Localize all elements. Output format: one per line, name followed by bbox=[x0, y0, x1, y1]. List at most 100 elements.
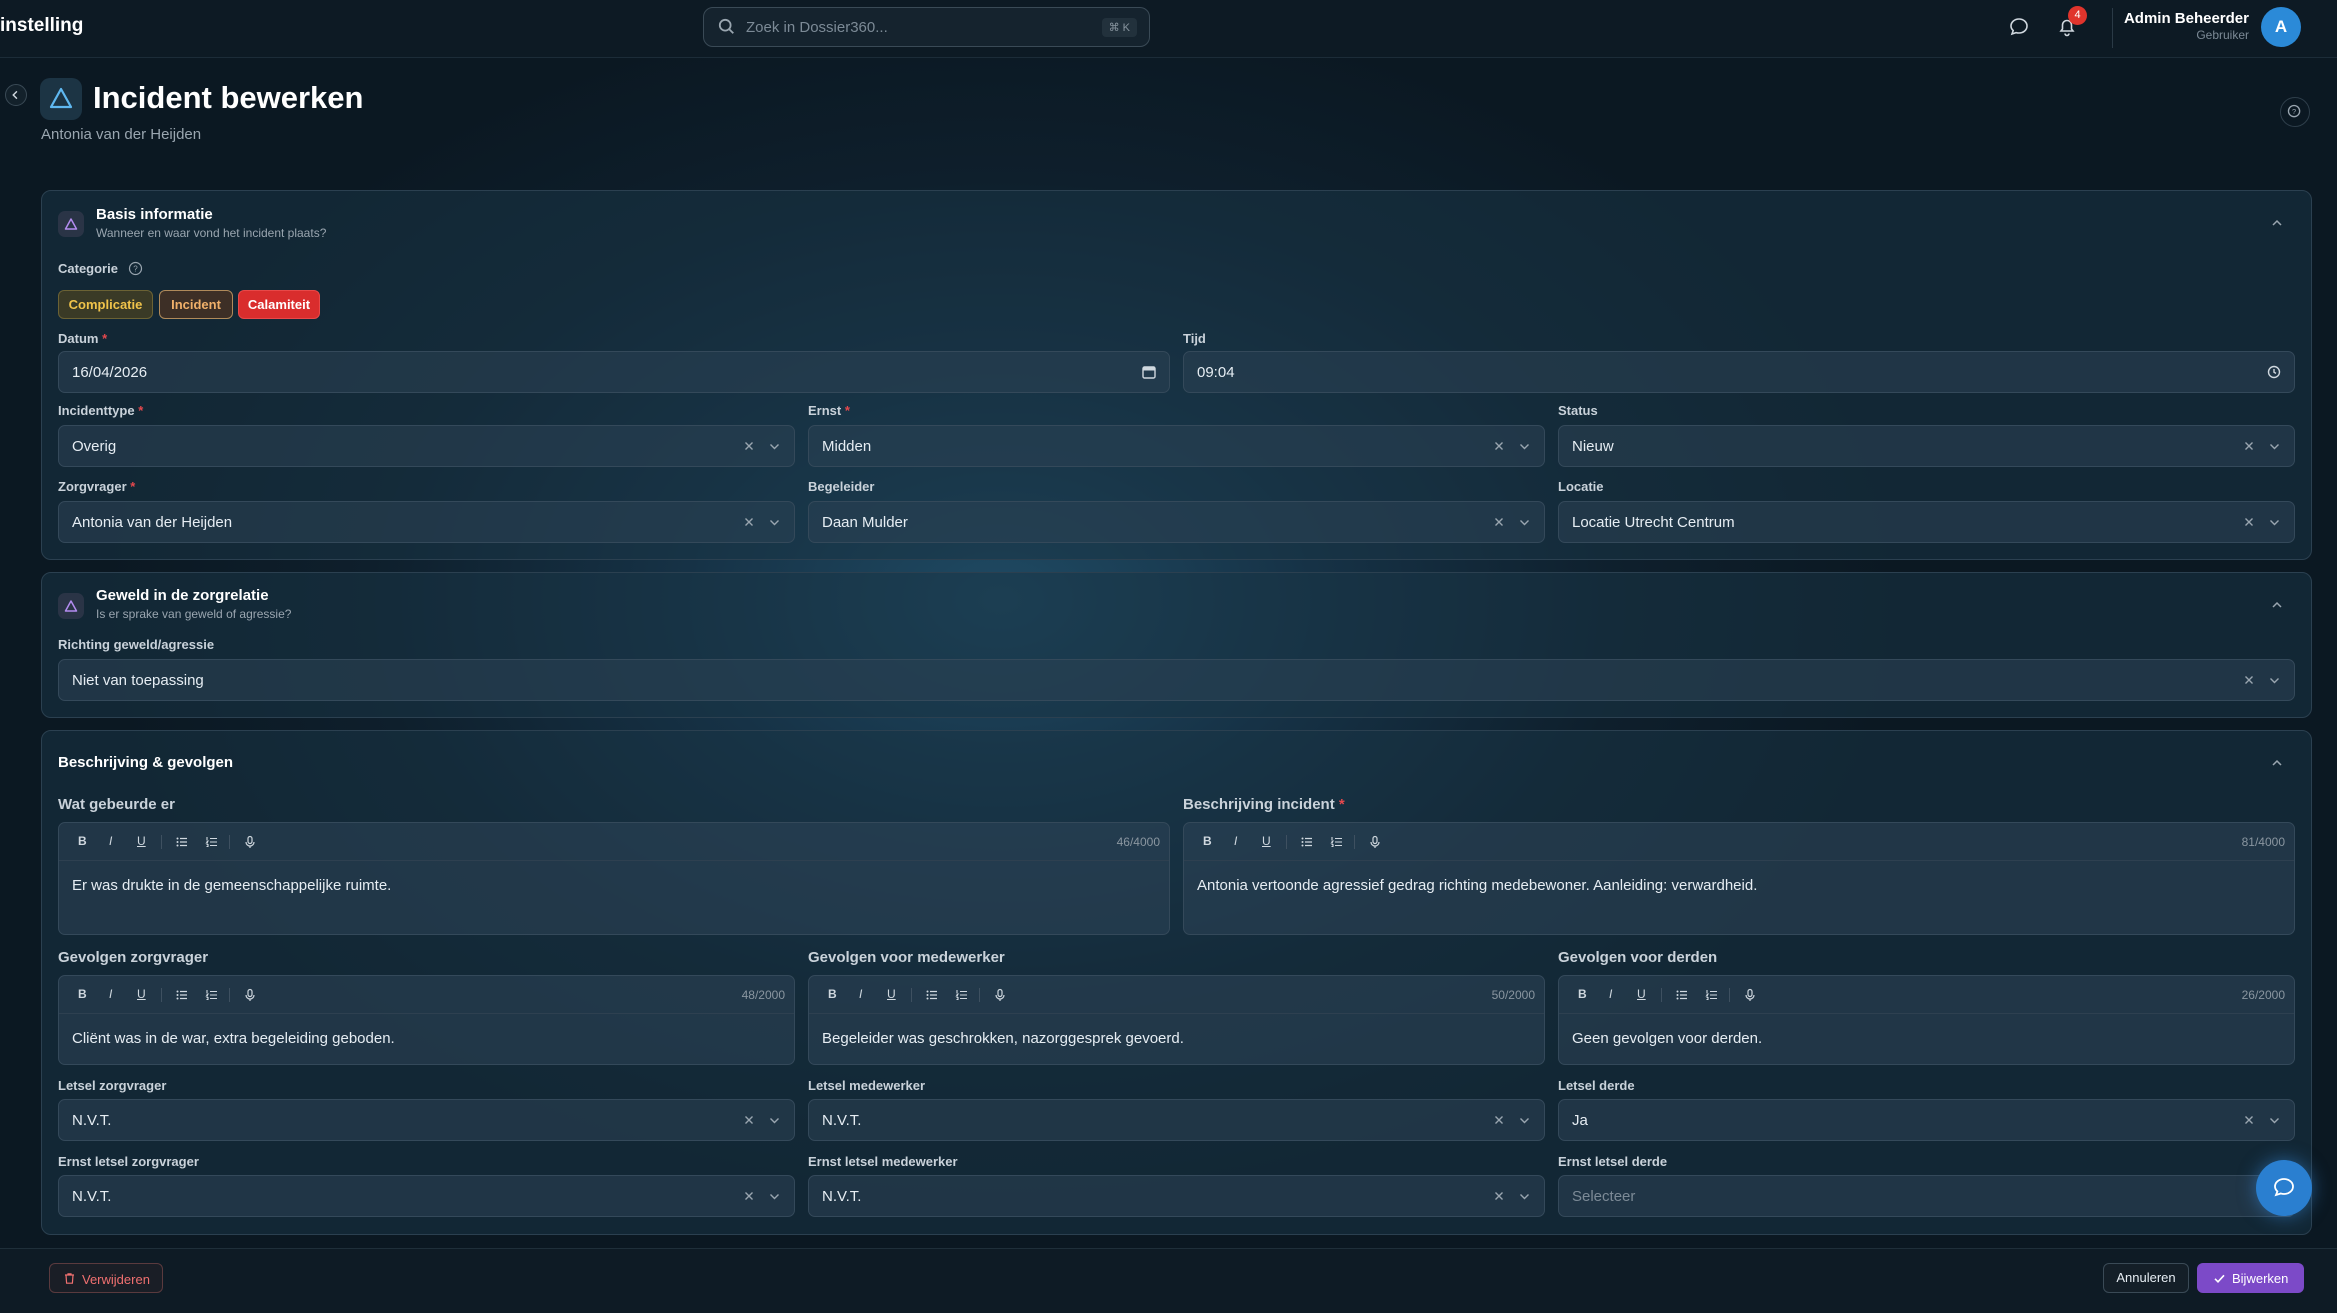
bold-button[interactable]: B bbox=[1203, 834, 1212, 848]
chevron-down-icon[interactable] bbox=[2267, 673, 2282, 688]
avatar[interactable]: A bbox=[2261, 7, 2301, 47]
cancel-button[interactable]: Annuleren bbox=[2103, 1263, 2189, 1293]
chevron-up-icon[interactable] bbox=[2269, 597, 2285, 613]
letsel-zorgvrager-select[interactable]: N.V.T. bbox=[58, 1099, 795, 1141]
bold-button[interactable]: B bbox=[1578, 987, 1587, 1001]
clear-icon[interactable] bbox=[1492, 1189, 1506, 1203]
numbered-list-icon[interactable] bbox=[1330, 835, 1344, 849]
bullet-list-icon[interactable] bbox=[175, 835, 189, 849]
bullet-list-icon[interactable] bbox=[175, 988, 189, 1002]
clear-icon[interactable] bbox=[742, 1113, 756, 1127]
gevolgen-derden-editor[interactable]: B I U 26/2000 Geen gevolgen voor derden. bbox=[1558, 975, 2295, 1065]
chevron-up-icon[interactable] bbox=[2269, 755, 2285, 771]
datum-field[interactable]: 16/04/2026 bbox=[58, 351, 1170, 393]
clear-icon[interactable] bbox=[2242, 1113, 2256, 1127]
numbered-list-icon[interactable] bbox=[205, 835, 219, 849]
underline-button[interactable]: U bbox=[1262, 834, 1271, 848]
letsel-derde-select[interactable]: Ja bbox=[1558, 1099, 2295, 1141]
bullet-list-icon[interactable] bbox=[1675, 988, 1689, 1002]
info-icon[interactable]: ? bbox=[128, 261, 143, 276]
warning-triangle-icon bbox=[64, 218, 78, 230]
clear-icon[interactable] bbox=[2242, 439, 2256, 453]
microphone-icon[interactable] bbox=[1743, 988, 1757, 1002]
underline-button[interactable]: U bbox=[137, 834, 146, 848]
microphone-icon[interactable] bbox=[243, 988, 257, 1002]
bold-button[interactable]: B bbox=[78, 834, 87, 848]
chevron-down-icon[interactable] bbox=[1517, 439, 1532, 454]
clear-icon[interactable] bbox=[2242, 515, 2256, 529]
ernst-letsel-medewerker-select[interactable]: N.V.T. bbox=[808, 1175, 1545, 1217]
gevolgen-zorgvrager-editor[interactable]: B I U 48/2000 Cliënt was in de war, extr… bbox=[58, 975, 795, 1065]
save-button[interactable]: Bijwerken bbox=[2197, 1263, 2304, 1293]
bold-button[interactable]: B bbox=[78, 987, 87, 1001]
calendar-icon[interactable] bbox=[1141, 364, 1157, 380]
zorgvrager-select[interactable]: Antonia van der Heijden bbox=[58, 501, 795, 543]
category-chip-complicatie[interactable]: Complicatie bbox=[58, 290, 153, 319]
underline-button[interactable]: U bbox=[137, 987, 146, 1001]
chevron-down-icon[interactable] bbox=[767, 1113, 782, 1128]
user-name[interactable]: Admin Beheerder bbox=[2124, 10, 2249, 27]
italic-button[interactable]: I bbox=[859, 987, 862, 1001]
numbered-list-icon[interactable] bbox=[955, 988, 969, 1002]
ernst-letsel-derde-select[interactable]: Selecteer bbox=[1558, 1175, 2295, 1217]
clear-icon[interactable] bbox=[1492, 1113, 1506, 1127]
richting-select[interactable]: Niet van toepassing bbox=[58, 659, 2295, 701]
numbered-list-icon[interactable] bbox=[1705, 988, 1719, 1002]
microphone-icon[interactable] bbox=[1368, 835, 1382, 849]
status-select[interactable]: Nieuw bbox=[1558, 425, 2295, 467]
ernst-letsel-zorgvrager-select[interactable]: N.V.T. bbox=[58, 1175, 795, 1217]
chevron-down-icon[interactable] bbox=[2267, 439, 2282, 454]
chevron-down-icon[interactable] bbox=[767, 439, 782, 454]
incidenttype-select[interactable]: Overig bbox=[58, 425, 795, 467]
chevron-down-icon[interactable] bbox=[1517, 1113, 1532, 1128]
gevolgen-medewerker-editor[interactable]: B I U 50/2000 Begeleider was geschrokken… bbox=[808, 975, 1545, 1065]
clear-icon[interactable] bbox=[742, 515, 756, 529]
locatie-select[interactable]: Locatie Utrecht Centrum bbox=[1558, 501, 2295, 543]
italic-button[interactable]: I bbox=[109, 834, 112, 848]
editor-text: Er was drukte in de gemeenschappelijke r… bbox=[72, 877, 392, 894]
clear-icon[interactable] bbox=[2242, 673, 2256, 687]
sidebar-collapse-button[interactable] bbox=[5, 84, 27, 106]
chevron-down-icon[interactable] bbox=[767, 1189, 782, 1204]
clock-icon[interactable] bbox=[2266, 364, 2282, 380]
bullet-list-icon[interactable] bbox=[925, 988, 939, 1002]
incident-editor[interactable]: B I U 81/4000 Antonia vertoonde agressie… bbox=[1183, 822, 2295, 935]
italic-button[interactable]: I bbox=[109, 987, 112, 1001]
chevron-down-icon[interactable] bbox=[767, 515, 782, 530]
bold-button[interactable]: B bbox=[828, 987, 837, 1001]
letsel-medewerker-select[interactable]: N.V.T. bbox=[808, 1099, 1545, 1141]
underline-button[interactable]: U bbox=[887, 987, 896, 1001]
underline-button[interactable]: U bbox=[1637, 987, 1646, 1001]
delete-button[interactable]: Verwijderen bbox=[49, 1263, 163, 1293]
microphone-icon[interactable] bbox=[243, 835, 257, 849]
chat-fab-button[interactable] bbox=[2256, 1160, 2312, 1216]
wat-editor[interactable]: B I U 46/4000 Er was drukte in de gemeen… bbox=[58, 822, 1170, 935]
chevron-down-icon[interactable] bbox=[2267, 515, 2282, 530]
italic-button[interactable]: I bbox=[1609, 987, 1612, 1001]
chat-icon[interactable] bbox=[2008, 16, 2030, 38]
clear-icon[interactable] bbox=[1492, 439, 1506, 453]
chevron-up-icon[interactable] bbox=[2269, 215, 2285, 231]
topbar-divider bbox=[2112, 8, 2113, 48]
chevron-down-icon[interactable] bbox=[1517, 515, 1532, 530]
toolbar-separator bbox=[1286, 835, 1287, 849]
clear-icon[interactable] bbox=[742, 439, 756, 453]
tijd-field[interactable]: 09:04 bbox=[1183, 351, 2295, 393]
begeleider-select[interactable]: Daan Mulder bbox=[808, 501, 1545, 543]
app-brand[interactable]: instelling bbox=[0, 15, 83, 37]
svg-text:?: ? bbox=[133, 265, 138, 274]
editor-toolbar: B I U 46/4000 bbox=[59, 823, 1169, 861]
numbered-list-icon[interactable] bbox=[205, 988, 219, 1002]
search-input[interactable]: Zoek in Dossier360... ⌘ K bbox=[703, 7, 1150, 47]
help-button[interactable]: ? bbox=[2280, 97, 2310, 127]
category-chip-calamiteit[interactable]: Calamiteit bbox=[238, 290, 320, 319]
bullet-list-icon[interactable] bbox=[1300, 835, 1314, 849]
chevron-down-icon[interactable] bbox=[1517, 1189, 1532, 1204]
italic-button[interactable]: I bbox=[1234, 834, 1237, 848]
clear-icon[interactable] bbox=[1492, 515, 1506, 529]
microphone-icon[interactable] bbox=[993, 988, 1007, 1002]
ernst-select[interactable]: Midden bbox=[808, 425, 1545, 467]
chevron-down-icon[interactable] bbox=[2267, 1113, 2282, 1128]
category-chip-incident[interactable]: Incident bbox=[159, 290, 233, 319]
clear-icon[interactable] bbox=[742, 1189, 756, 1203]
